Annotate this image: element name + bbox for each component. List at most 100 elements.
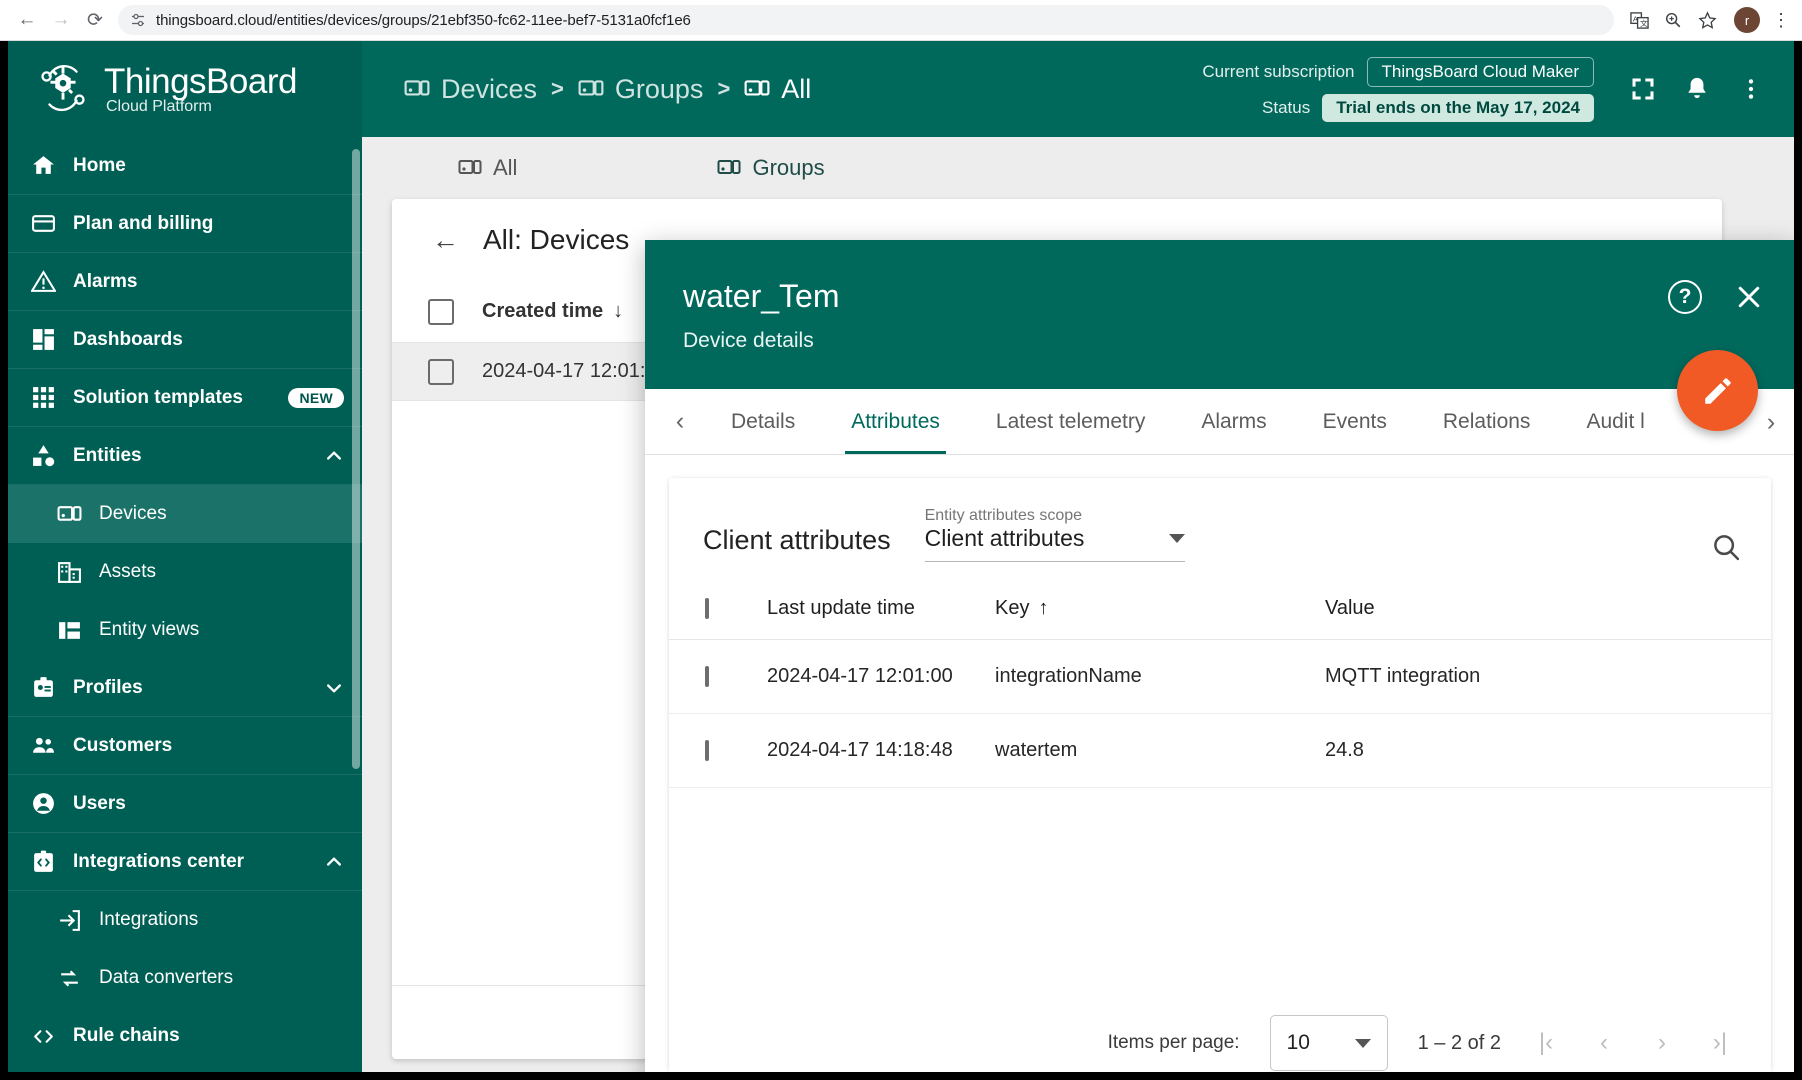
vertical-dots-icon[interactable]	[1736, 74, 1766, 104]
table-paginator: Items per page: 10 1 – 2 of 2 |‹ ‹ › ›|	[669, 1000, 1771, 1072]
cell-key: watertem	[995, 739, 1078, 761]
breadcrumb-item-all[interactable]: All	[744, 74, 811, 105]
sidebar-item-rule-chains[interactable]: Rule chains	[8, 1007, 362, 1065]
attributes-card: Client attributes Entity attributes scop…	[669, 478, 1771, 1070]
tab-alarms[interactable]: Alarms	[1173, 389, 1294, 454]
breadcrumb-label: Devices	[441, 73, 538, 104]
chevron-left-icon[interactable]: ‹	[657, 389, 703, 454]
sidebar-item-label: Solution templates	[73, 386, 243, 408]
chevron-down-icon[interactable]	[1168, 534, 1185, 543]
table-row[interactable]: 2024-04-17 12:01:00 integrationName MQTT…	[669, 640, 1771, 714]
status-label: Status	[1262, 97, 1311, 117]
sidebar-item-integrations-center[interactable]: Integrations center	[8, 833, 362, 891]
device-icon	[404, 76, 430, 102]
breadcrumb-item-devices[interactable]: Devices	[404, 74, 537, 105]
new-badge: NEW	[288, 387, 344, 408]
star-icon[interactable]	[1692, 5, 1722, 35]
tab-groups[interactable]: Groups	[717, 155, 825, 181]
help-question-icon[interactable]: ?	[1668, 280, 1702, 314]
fullscreen-icon[interactable]	[1628, 74, 1658, 104]
browser-forward-button[interactable]: →	[44, 3, 78, 37]
dialog-subtitle: Device details	[683, 329, 814, 352]
dialog-title: water_Tem	[683, 278, 840, 314]
select-all-checkbox[interactable]	[428, 298, 454, 325]
tab-relations[interactable]: Relations	[1415, 389, 1559, 454]
subscription-label: Current subscription	[1202, 61, 1355, 81]
home-icon	[30, 153, 56, 179]
search-icon[interactable]	[1711, 532, 1741, 562]
close-x-icon[interactable]	[1732, 280, 1766, 314]
sidebar-item-dashboards[interactable]: Dashboards	[8, 311, 362, 369]
sidebar-item-label: Home	[73, 154, 126, 176]
sidebar-item-home[interactable]: Home	[8, 137, 362, 195]
chevron-down-icon[interactable]	[324, 677, 344, 699]
sidebar-item-label: Customers	[73, 734, 173, 756]
tab-all[interactable]: All	[458, 155, 517, 181]
sidebar-item-plan-and-billing[interactable]: Plan and billing	[8, 195, 362, 253]
sidebar-item-solution-templates[interactable]: Solution templates NEW	[8, 369, 362, 427]
sidebar-item-profiles[interactable]: Profiles	[8, 659, 362, 717]
tab-details[interactable]: Details	[703, 389, 823, 454]
sidebar-item-customers[interactable]: Customers	[8, 717, 362, 775]
column-header-value[interactable]: Value	[1325, 597, 1771, 620]
next-page-icon[interactable]: ›	[1647, 1029, 1677, 1057]
column-header-created-time[interactable]: Created time ↓	[482, 300, 623, 323]
sidebar-scrollbar[interactable]	[352, 149, 360, 769]
sidebar-item-entity-views[interactable]: Entity views	[8, 601, 362, 659]
entity-attributes-scope-field[interactable]: Entity attributes scope Client attribute…	[924, 507, 1185, 562]
row-checkbox[interactable]	[428, 358, 454, 385]
subscription-badge[interactable]: ThingsBoard Cloud Maker	[1366, 56, 1594, 87]
select-all-checkbox[interactable]	[705, 597, 767, 619]
site-settings-icon[interactable]	[130, 12, 146, 28]
sidebar-item-assets[interactable]: Assets	[8, 543, 362, 601]
browser-address-bar[interactable]: thingsboard.cloud/entities/devices/group…	[118, 5, 1614, 35]
prev-page-icon[interactable]: ‹	[1589, 1029, 1619, 1057]
device-icon	[458, 156, 482, 180]
chevron-down-icon[interactable]	[1354, 1038, 1371, 1048]
breadcrumb: Devices > Groups > All	[404, 74, 811, 105]
browser-reload-button[interactable]: ⟳	[78, 3, 112, 37]
sidebar-item-devices[interactable]: Devices	[8, 485, 362, 543]
sidebar-item-alarms[interactable]: Alarms	[8, 253, 362, 311]
column-header-key[interactable]: Key ↑	[995, 597, 1325, 620]
chevron-up-icon[interactable]	[324, 445, 344, 467]
sidebar-item-label: Rule chains	[73, 1025, 180, 1046]
three-dot-menu-icon[interactable]: ⋮	[1770, 10, 1792, 31]
cell-created-time: 2024-04-17 12:01:00	[482, 360, 668, 382]
warning-triangle-icon	[30, 269, 56, 295]
items-per-page-select[interactable]: 10	[1269, 1015, 1388, 1071]
edit-device-fab-button[interactable]	[1677, 350, 1758, 431]
browser-back-button[interactable]: ←	[10, 3, 44, 37]
pencil-edit-icon	[1701, 374, 1735, 408]
translate-icon[interactable]: A文	[1624, 5, 1654, 35]
sidebar-item-label: Entities	[73, 444, 142, 466]
browser-profile-avatar[interactable]: r	[1734, 7, 1760, 33]
tab-audit-logs[interactable]: Audit l	[1558, 389, 1672, 454]
items-per-page-label: Items per page:	[1107, 1032, 1240, 1053]
column-header-last-update-time[interactable]: Last update time	[767, 597, 995, 620]
column-label: Key	[995, 597, 1030, 619]
bell-icon[interactable]	[1682, 74, 1712, 104]
chevron-up-icon[interactable]	[324, 851, 344, 873]
tab-events[interactable]: Events	[1295, 389, 1415, 454]
first-page-icon[interactable]: |‹	[1531, 1029, 1561, 1057]
sidebar-item-data-converters[interactable]: Data converters	[8, 949, 362, 1007]
breadcrumb-item-groups[interactable]: Groups	[578, 74, 703, 105]
row-checkbox[interactable]	[705, 739, 767, 761]
row-checkbox[interactable]	[705, 665, 767, 687]
sidebar-item-integrations[interactable]: Integrations	[8, 891, 362, 949]
back-arrow-icon[interactable]: ←	[432, 225, 459, 256]
app-logo[interactable]: ThingsBoard Cloud Platform	[8, 41, 362, 137]
sidebar-item-entities[interactable]: Entities	[8, 427, 362, 485]
status-badge[interactable]: Trial ends on the May 17, 2024	[1322, 93, 1594, 122]
scope-select[interactable]: Client attributes	[924, 525, 1185, 562]
entity-views-icon	[56, 617, 82, 643]
tab-attributes[interactable]: Attributes	[823, 389, 968, 454]
browser-actions: A文 r ⋮	[1624, 5, 1792, 35]
sidebar-item-users[interactable]: Users	[8, 775, 362, 833]
zoom-search-icon[interactable]	[1658, 5, 1688, 35]
last-page-icon[interactable]: ›|	[1705, 1029, 1735, 1057]
pagination-buttons: |‹ ‹ › ›|	[1531, 1029, 1735, 1057]
tab-latest-telemetry[interactable]: Latest telemetry	[968, 389, 1173, 454]
table-row[interactable]: 2024-04-17 14:18:48 watertem 24.8	[669, 714, 1771, 788]
